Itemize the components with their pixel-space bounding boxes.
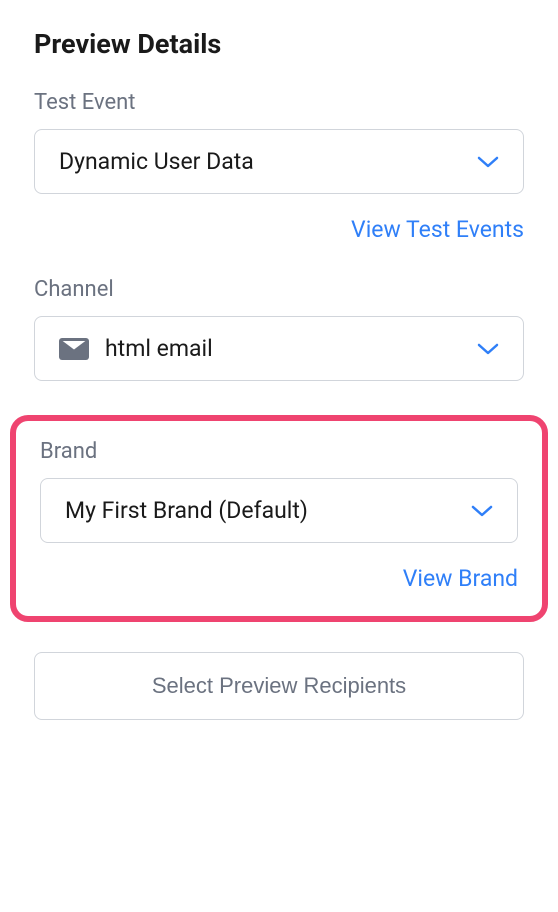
test-event-select[interactable]: Dynamic User Data [34, 129, 524, 194]
page-title: Preview Details [34, 28, 524, 60]
chevron-down-icon [477, 156, 499, 168]
channel-select[interactable]: html email [34, 316, 524, 381]
chevron-down-icon [471, 505, 493, 517]
brand-field: Brand My First Brand (Default) View Bran… [40, 439, 518, 592]
select-recipients-button[interactable]: Select Preview Recipients [34, 652, 524, 720]
test-event-value: Dynamic User Data [59, 148, 254, 175]
channel-field: Channel html email [34, 277, 524, 381]
channel-value: html email [105, 335, 213, 362]
view-brand-link[interactable]: View Brand [403, 565, 518, 592]
test-event-field: Test Event Dynamic User Data View Test E… [34, 90, 524, 243]
email-icon [59, 338, 89, 360]
brand-select[interactable]: My First Brand (Default) [40, 478, 518, 543]
brand-link-row: View Brand [40, 565, 518, 592]
view-test-events-link[interactable]: View Test Events [351, 216, 524, 243]
channel-label: Channel [34, 277, 524, 302]
test-event-label: Test Event [34, 90, 524, 115]
brand-highlight-box: Brand My First Brand (Default) View Bran… [10, 415, 548, 622]
brand-value: My First Brand (Default) [65, 497, 308, 524]
test-event-link-row: View Test Events [34, 216, 524, 243]
chevron-down-icon [477, 343, 499, 355]
brand-label: Brand [40, 439, 518, 464]
